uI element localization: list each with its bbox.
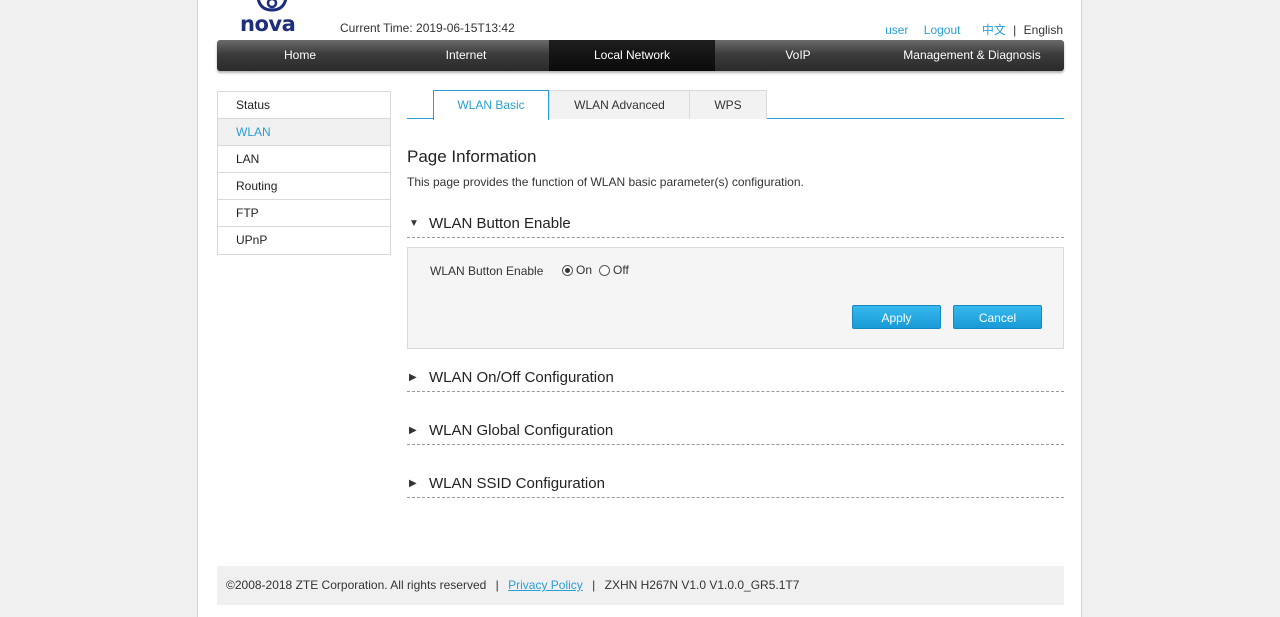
cancel-button[interactable]: Cancel [953,305,1042,329]
tab-wlan-basic[interactable]: WLAN Basic [433,90,549,120]
user-link[interactable]: user [885,23,908,37]
logout-link[interactable]: Logout [924,23,961,37]
top-links: user Logout 中文 | English [885,21,1063,38]
privacy-policy-link[interactable]: Privacy Policy [508,578,583,592]
section-wlan-global-configuration[interactable]: ▶ WLAN Global Configuration [407,419,1064,445]
footer-separator: | [592,578,596,592]
radio-on[interactable] [562,264,573,276]
nav-local-network[interactable]: Local Network [549,40,715,71]
tab-bar: WLAN Basic WLAN Advanced WPS [407,90,1064,120]
language-separator: | [1013,23,1017,37]
main-nav: Home Internet Local Network VoIP Managem… [217,40,1064,71]
nav-management-diagnosis[interactable]: Management & Diagnosis [881,40,1063,71]
copyright-text: ©2008-2018 ZTE Corporation. All rights r… [226,578,487,592]
logo-text: nova [240,12,296,36]
field-label: WLAN Button Enable [430,264,544,278]
sidebar-item-upnp[interactable]: UPnP [218,227,390,254]
triangle-right-icon: ▶ [409,478,417,489]
sidebar-item-status[interactable]: Status [218,92,390,119]
radio-on-label: On [576,263,593,277]
page-description: This page provides the function of WLAN … [407,175,804,189]
sidebar-item-wlan[interactable]: WLAN [218,119,390,146]
sidebar: Status WLAN LAN Routing FTP UPnP [217,91,391,255]
footer: ©2008-2018 ZTE Corporation. All rights r… [217,566,1064,605]
tab-wlan-advanced[interactable]: WLAN Advanced [549,90,690,119]
wlan-button-enable-panel: WLAN Button Enable On Off Apply Cancel [407,247,1064,349]
wlan-button-radio-group: On Off [562,263,636,277]
section-title: WLAN SSID Configuration [429,475,605,492]
triangle-down-icon: ▼ [409,218,419,229]
section-title: WLAN Button Enable [429,215,571,232]
language-chinese-link[interactable]: 中文 [982,23,1006,37]
page-container: nova Current Time: 2019-06-15T13:42 user… [197,0,1082,617]
apply-button[interactable]: Apply [852,305,941,329]
nav-voip[interactable]: VoIP [715,40,881,71]
tab-wps[interactable]: WPS [689,90,767,119]
radio-off-label: Off [613,263,629,277]
language-english[interactable]: English [1024,23,1063,37]
radio-off[interactable] [599,264,611,276]
current-time: Current Time: 2019-06-15T13:42 [340,21,515,35]
sidebar-item-ftp[interactable]: FTP [218,200,390,227]
nav-internet[interactable]: Internet [383,40,549,71]
sidebar-item-lan[interactable]: LAN [218,146,390,173]
section-wlan-onoff-configuration[interactable]: ▶ WLAN On/Off Configuration [407,366,1064,392]
nav-home[interactable]: Home [217,40,383,71]
triangle-right-icon: ▶ [409,425,417,436]
footer-separator: | [495,578,499,592]
triangle-right-icon: ▶ [409,372,417,383]
firmware-version: ZXHN H267N V1.0 V1.0.0_GR5.1T7 [604,578,800,592]
section-wlan-button-enable[interactable]: ▼ WLAN Button Enable [407,212,1064,238]
section-wlan-ssid-configuration[interactable]: ▶ WLAN SSID Configuration [407,472,1064,498]
section-title: WLAN Global Configuration [429,422,614,439]
page-title: Page Information [407,147,537,166]
nova-logo: nova [240,0,300,36]
section-title: WLAN On/Off Configuration [429,369,614,386]
sidebar-item-routing[interactable]: Routing [218,173,390,200]
